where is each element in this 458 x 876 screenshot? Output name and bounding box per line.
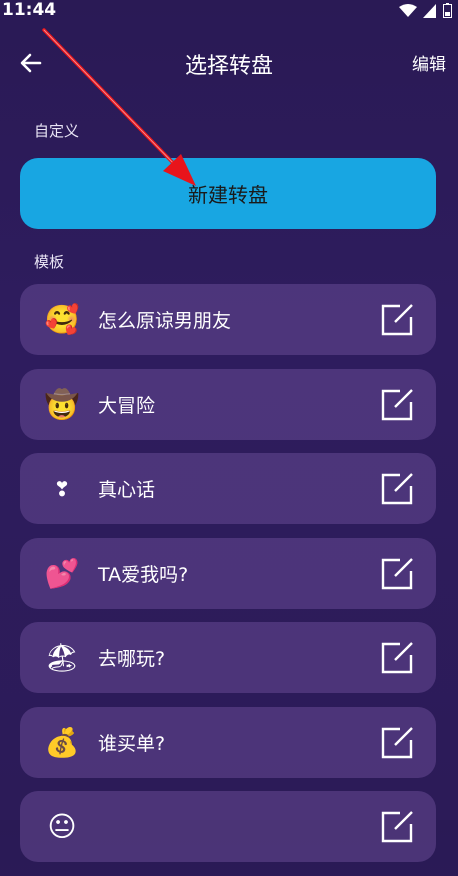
- app-bar: 选择转盘 编辑: [0, 40, 458, 86]
- templates-section-label: 模板: [34, 253, 65, 271]
- template-item-label: 怎么原谅男朋友: [98, 310, 232, 332]
- heart-exclamation-emoji-icon: ❣: [53, 477, 71, 501]
- template-list: 🥰 怎么原谅男朋友 🤠 大冒险 ❣ 真心话 💕 TA爱我吗? 🏖 去哪玩? 💰 …: [20, 284, 436, 876]
- template-item[interactable]: ❣ 真心话: [20, 453, 436, 524]
- edit-icon[interactable]: [380, 726, 414, 760]
- status-bar: 11:44: [0, 0, 458, 22]
- edit-icon[interactable]: [380, 810, 414, 844]
- edit-icon[interactable]: [380, 472, 414, 506]
- smiling-hearts-emoji-icon: 🥰: [44, 303, 80, 336]
- template-item-label: TA爱我吗?: [98, 563, 189, 586]
- edit-icon[interactable]: [380, 388, 414, 422]
- template-item[interactable]: 😐: [20, 791, 436, 862]
- template-item[interactable]: 💰 谁买单?: [20, 706, 436, 778]
- status-icons: [399, 3, 452, 18]
- money-bag-emoji-icon: 💰: [44, 725, 80, 759]
- two-hearts-emoji-icon: 💕: [44, 556, 80, 590]
- wifi-icon: [399, 3, 417, 17]
- face-emoji-icon: 😐: [47, 810, 77, 843]
- template-item-label: 真心话: [98, 479, 156, 501]
- battery-icon: [443, 3, 452, 18]
- template-item-label: 谁买单?: [98, 732, 166, 755]
- template-item-label: 大冒险: [98, 394, 156, 417]
- edit-icon[interactable]: [380, 641, 414, 675]
- template-item[interactable]: 💕 TA爱我吗?: [20, 537, 436, 609]
- template-item[interactable]: 🥰 怎么原谅男朋友: [20, 284, 436, 355]
- status-time: 11:44: [2, 0, 57, 20]
- new-wheel-button[interactable]: 新建转盘: [20, 158, 436, 229]
- template-item-label: 去哪玩?: [98, 648, 166, 670]
- cowboy-emoji-icon: 🤠: [44, 387, 80, 421]
- signal-icon: [423, 3, 436, 18]
- template-item[interactable]: 🏖 去哪玩?: [20, 622, 436, 693]
- edit-icon[interactable]: [380, 303, 414, 337]
- edit-button[interactable]: 编辑: [412, 50, 446, 75]
- template-item[interactable]: 🤠 大冒险: [20, 368, 436, 440]
- edit-icon[interactable]: [380, 557, 414, 591]
- page-title: 选择转盘: [184, 54, 273, 79]
- new-wheel-button-label: 新建转盘: [188, 183, 268, 207]
- beach-umbrella-emoji-icon: 🏖: [44, 641, 80, 674]
- custom-section-label: 自定义: [34, 122, 80, 140]
